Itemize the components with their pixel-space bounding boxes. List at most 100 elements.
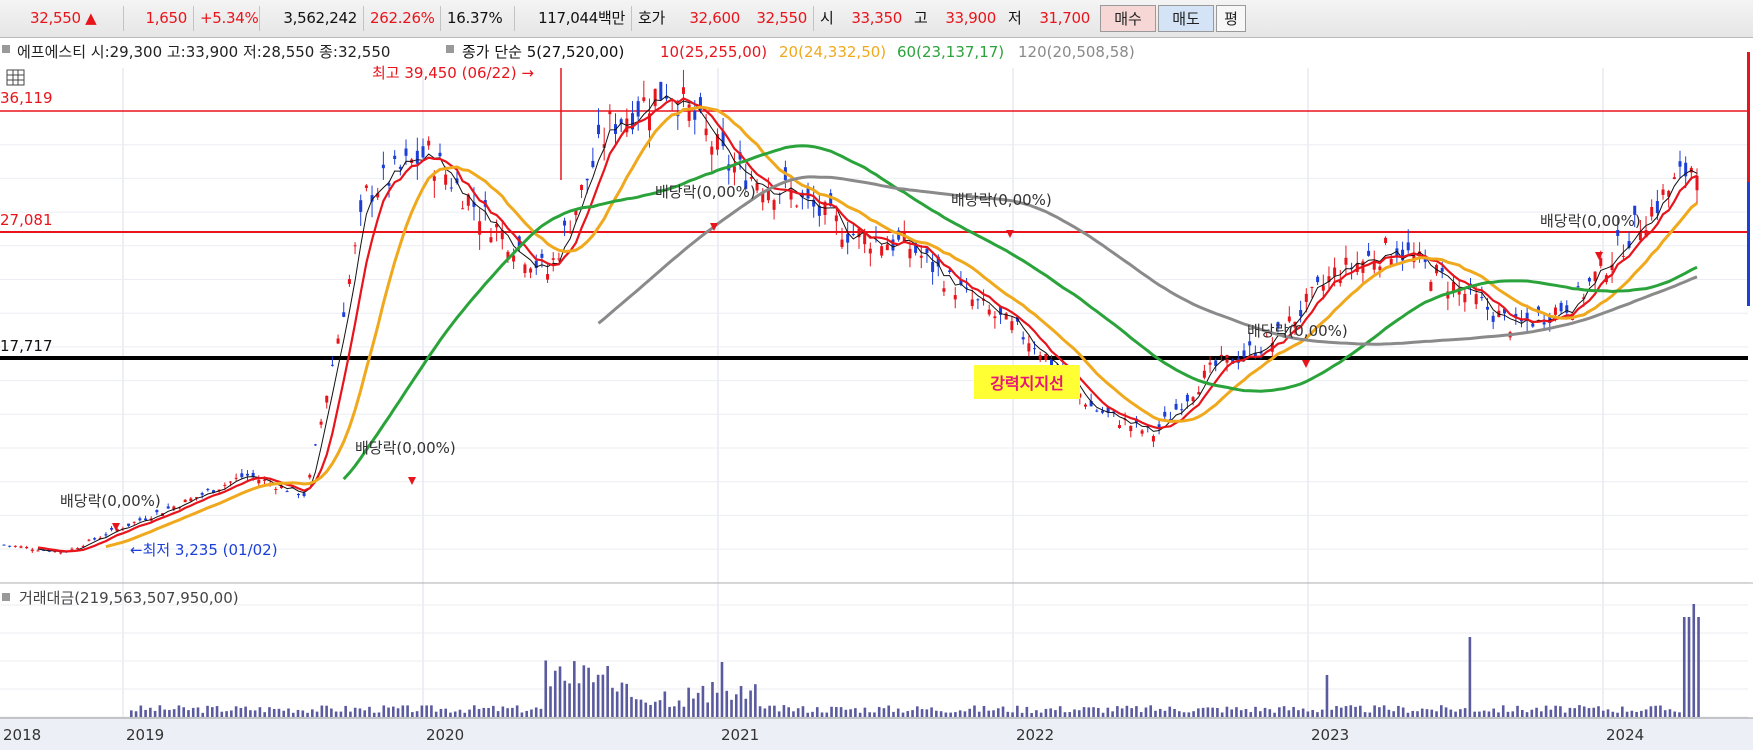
dividend-label: 배당락(0,00%)	[951, 191, 1052, 209]
volume-bar	[1473, 711, 1476, 717]
evaluate-button[interactable]: 평	[1216, 5, 1246, 32]
volume-bar	[291, 712, 295, 717]
volume-bar	[935, 710, 938, 717]
chart-legend: 에프에스티 시:29,300 고:33,900 저:28,550 종:32,55…	[2, 43, 1135, 61]
legend-ma20: 20(24,332,50)	[779, 43, 886, 61]
candle-body	[1095, 410, 1099, 412]
volume-bar	[496, 711, 500, 717]
volume-bar	[1016, 705, 1019, 717]
volume-bar	[258, 707, 262, 717]
volume-bar	[1268, 709, 1272, 717]
volume-bar	[1035, 710, 1038, 717]
x-axis-band	[0, 718, 1753, 750]
volume-bar	[1554, 705, 1557, 717]
candle-body	[449, 187, 453, 189]
volume-bar	[1235, 707, 1238, 717]
volume-bar	[868, 712, 871, 717]
high-price: 33,900	[945, 9, 996, 27]
candle-body	[461, 208, 465, 210]
volume-bar	[172, 709, 176, 717]
volume-bar	[277, 708, 281, 717]
volume-bar	[1335, 705, 1338, 717]
support-box-label: 강력지지선	[990, 374, 1064, 393]
volume-bar	[906, 711, 910, 717]
candle-body	[1021, 337, 1025, 340]
volume-bar	[268, 707, 271, 717]
volume-bar	[191, 707, 195, 717]
candle-body	[381, 164, 385, 169]
volume-bar	[992, 710, 995, 717]
volume-bar	[1258, 711, 1262, 717]
volume-bar	[453, 711, 457, 717]
volume-bar	[663, 691, 667, 717]
volume-bar	[1468, 637, 1472, 717]
volume-bar	[1592, 707, 1596, 717]
volume-bar	[1106, 707, 1110, 717]
buy-button[interactable]: 매수	[1100, 5, 1156, 32]
x-axis-year-label: 2022	[1016, 726, 1054, 744]
volume-bar	[1582, 706, 1586, 717]
volume-bar	[1411, 710, 1415, 717]
volume-bar	[835, 707, 838, 717]
volume-bar	[415, 711, 419, 717]
candle-body	[851, 233, 855, 235]
volume-bar	[768, 705, 771, 717]
candle-body	[1616, 229, 1620, 236]
volume-bar	[210, 707, 214, 717]
candle-body	[546, 274, 550, 280]
volume-bar	[911, 710, 914, 717]
volume-bar	[406, 705, 409, 717]
volume-bar	[1039, 712, 1043, 717]
volume-bar	[711, 682, 714, 717]
sell-button[interactable]: 매도	[1158, 5, 1214, 32]
candle-body	[234, 477, 238, 479]
volume-bar	[1440, 705, 1443, 717]
ask-price: 32,600	[689, 9, 740, 27]
candle-body	[1219, 354, 1223, 357]
volume-bar	[1501, 705, 1505, 717]
dividend-label: 배당락(0,00%)	[355, 439, 456, 457]
volume-bar	[287, 708, 290, 717]
volume-bar	[1020, 712, 1024, 717]
volume-bar	[1625, 711, 1629, 717]
volume-bar	[1049, 708, 1052, 717]
candle-body	[891, 239, 895, 251]
candle-body	[347, 279, 351, 284]
volume-bar	[1416, 711, 1419, 717]
volume-bar	[706, 702, 709, 717]
volume-bar	[239, 708, 243, 717]
volume-bar	[463, 712, 467, 717]
volume-bar	[987, 710, 991, 717]
candle-body	[908, 248, 912, 259]
volume-bar	[1216, 708, 1219, 717]
dividend-label: 배당락(0,00%)	[60, 492, 161, 510]
volume-bar	[596, 674, 600, 717]
open-label: 시	[820, 9, 834, 27]
volume-bar	[577, 683, 581, 717]
volume-bar	[1239, 710, 1243, 717]
candle-body	[681, 87, 685, 94]
volume-bar	[1230, 709, 1233, 717]
volume-bar	[1025, 706, 1029, 717]
volume-bar	[1182, 712, 1186, 717]
volume-bar	[1544, 705, 1548, 717]
candle-body	[551, 258, 555, 260]
volume-bar	[1606, 709, 1610, 717]
candle-body	[976, 299, 980, 301]
volume-bar	[1297, 710, 1300, 717]
table-icon[interactable]	[6, 69, 25, 86]
volume-bar	[434, 711, 438, 717]
volume-bar	[582, 665, 586, 717]
volume-bar	[201, 712, 205, 717]
candle-body	[1531, 323, 1535, 327]
candle-body	[659, 81, 663, 100]
candle-body	[880, 246, 884, 256]
candle-body	[1593, 271, 1597, 282]
volume-bar	[1111, 711, 1114, 717]
candle-body	[1191, 397, 1195, 402]
candle-body	[206, 489, 210, 491]
legend-ma10: 10(25,255,00)	[660, 43, 767, 61]
candle-body	[415, 150, 419, 164]
volume-bar	[225, 711, 228, 717]
stock-chart[interactable]: 에프에스티 시:29,300 고:33,900 저:28,550 종:32,55…	[0, 37, 1753, 750]
